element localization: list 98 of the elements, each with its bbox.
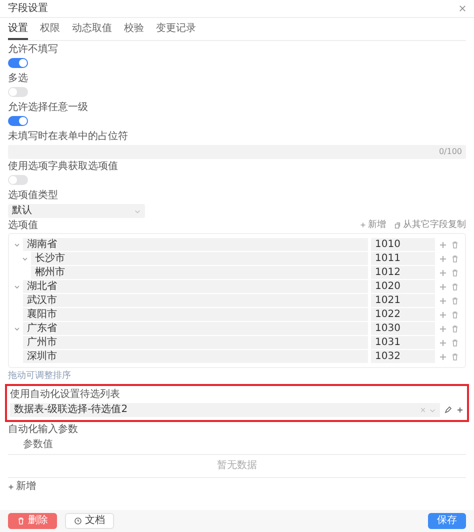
trash-icon [451, 268, 459, 276]
trash-icon [451, 282, 459, 290]
plus-icon [439, 282, 447, 290]
add-child-button[interactable] [439, 268, 447, 276]
delete-button[interactable] [451, 324, 459, 332]
add-link[interactable]: 新增 [8, 481, 466, 493]
field-label: 使用自动化设置待选列表 [10, 389, 121, 401]
plus-icon [8, 484, 14, 490]
delete-button[interactable] [451, 296, 459, 304]
option-code-field[interactable]: 1022 [371, 308, 435, 321]
chevron-down-icon [134, 208, 141, 214]
trash-icon [451, 324, 459, 332]
trash-icon [451, 310, 459, 318]
option-name-field[interactable]: 广州市 [23, 336, 368, 349]
tab[interactable]: 校验 [124, 23, 144, 40]
plus-icon [439, 296, 447, 304]
option-code-field[interactable]: 1020 [371, 280, 435, 293]
plus-icon [360, 222, 366, 228]
dialog-title: 字段设置 [8, 2, 48, 14]
field-label: 未填写时在表单中的占位符 [8, 131, 129, 143]
option-code-field[interactable]: 1030 [371, 322, 435, 335]
field-label: 选项值类型 [8, 190, 59, 202]
toggle-switch[interactable] [8, 87, 28, 97]
plus-icon [439, 338, 447, 346]
tab[interactable]: 权限 [40, 23, 60, 40]
tab[interactable]: 设置 [8, 23, 28, 40]
delete-button[interactable] [451, 338, 459, 346]
chevron-down-icon [429, 406, 436, 414]
select-field[interactable]: 默认 [8, 204, 145, 218]
delete-button[interactable] [451, 282, 459, 290]
plus-icon [439, 352, 447, 360]
copy-icon [394, 222, 401, 228]
option-code-field[interactable]: 1031 [371, 336, 435, 349]
field-label: 允许选择任意一级 [8, 102, 89, 114]
copy-link[interactable]: 从其它字段复制 [394, 219, 466, 231]
field-label: 选项值 [8, 220, 38, 232]
plus-icon [439, 254, 447, 262]
close-icon[interactable] [459, 5, 466, 12]
empty-state-text: 暂无数据 [8, 455, 466, 478]
field-label: 多选 [8, 73, 29, 85]
clock-icon [74, 517, 82, 525]
option-code-field[interactable]: 1032 [371, 350, 435, 363]
option-code-field[interactable]: 1012 [371, 266, 435, 279]
toggle-switch[interactable] [8, 175, 28, 185]
delete-button[interactable] [451, 310, 459, 318]
toggle-switch[interactable] [8, 58, 28, 68]
field-label: 允许不填写 [8, 44, 59, 56]
character-counter: 0/100 [438, 146, 462, 158]
tab[interactable]: 动态取值 [72, 23, 112, 40]
caret-icon[interactable] [13, 240, 21, 248]
select-field[interactable]: 数据表-级联选择-待选值2 [10, 403, 440, 417]
option-name-field[interactable]: 广东省 [23, 322, 368, 335]
option-code-field[interactable]: 1010 [371, 238, 435, 251]
option-name-field[interactable]: 湖北省 [23, 280, 368, 293]
tab[interactable]: 变更记录 [156, 23, 196, 40]
add-child-button[interactable] [439, 296, 447, 304]
delete-button[interactable] [451, 268, 459, 276]
trash-icon [451, 240, 459, 248]
plus-icon [439, 268, 447, 276]
add-child-button[interactable] [439, 310, 447, 318]
trash-icon [451, 254, 459, 262]
delete-button[interactable] [451, 240, 459, 248]
caret-icon[interactable] [13, 282, 21, 290]
edit-icon[interactable] [444, 406, 452, 414]
add-child-button[interactable] [439, 338, 447, 346]
option-name-field[interactable]: 郴州市 [31, 266, 368, 279]
option-name-field[interactable]: 深圳市 [23, 350, 368, 363]
option-code-field[interactable]: 1021 [371, 294, 435, 307]
trash-icon [451, 338, 459, 346]
plus-icon[interactable] [456, 406, 464, 414]
trash-icon [451, 352, 459, 360]
caret-icon[interactable] [13, 324, 21, 332]
option-name-field[interactable]: 武汉市 [23, 294, 368, 307]
clear-icon[interactable] [420, 407, 426, 413]
field-label: 使用选项字典获取选项值 [8, 161, 119, 173]
option-name-field[interactable]: 长沙市 [31, 252, 368, 265]
delete-button[interactable] [451, 352, 459, 360]
option-name-field[interactable]: 襄阳市 [23, 308, 368, 321]
delete-button[interactable] [451, 254, 459, 262]
column-header: 参数值 [8, 436, 466, 455]
plus-icon [439, 240, 447, 248]
trash-icon [451, 296, 459, 304]
toggle-switch[interactable] [8, 116, 28, 126]
plus-icon [439, 324, 447, 332]
docs-button[interactable]: 文档 [65, 513, 114, 529]
add-link[interactable]: 新增 [360, 219, 386, 231]
plus-icon [439, 310, 447, 318]
option-code-field[interactable]: 1011 [371, 252, 435, 265]
add-child-button[interactable] [439, 254, 447, 262]
field-label: 自动化输入参数 [8, 424, 79, 436]
trash-icon [17, 517, 25, 525]
add-child-button[interactable] [439, 324, 447, 332]
option-name-field[interactable]: 湖南省 [23, 238, 368, 251]
add-child-button[interactable] [439, 282, 447, 290]
add-child-button[interactable] [439, 240, 447, 248]
hint-text: 拖动可调整排序 [8, 370, 72, 382]
caret-icon[interactable] [21, 254, 29, 262]
add-child-button[interactable] [439, 352, 447, 360]
